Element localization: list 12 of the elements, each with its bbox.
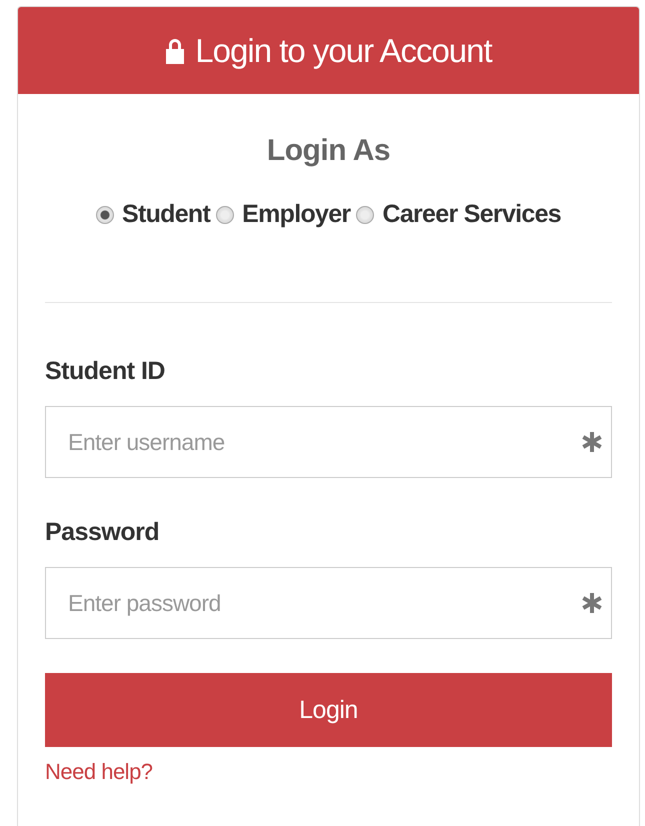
role-radio[interactable]: Student <box>96 200 210 229</box>
help-link[interactable]: Need help? <box>45 759 153 785</box>
field-label: Student ID <box>45 357 166 386</box>
role-radio[interactable]: Employer <box>216 200 350 229</box>
field-label: Password <box>45 518 160 547</box>
lock-icon <box>165 38 186 64</box>
input-field[interactable]: Enter username <box>45 406 612 478</box>
input-field[interactable]: Enter password <box>45 567 612 639</box>
role-radio[interactable]: Career Services <box>356 200 562 229</box>
login-as-heading: Login As <box>266 134 390 168</box>
panel-title: Login to your Account <box>195 32 492 70</box>
login-button[interactable]: Login <box>45 673 612 747</box>
